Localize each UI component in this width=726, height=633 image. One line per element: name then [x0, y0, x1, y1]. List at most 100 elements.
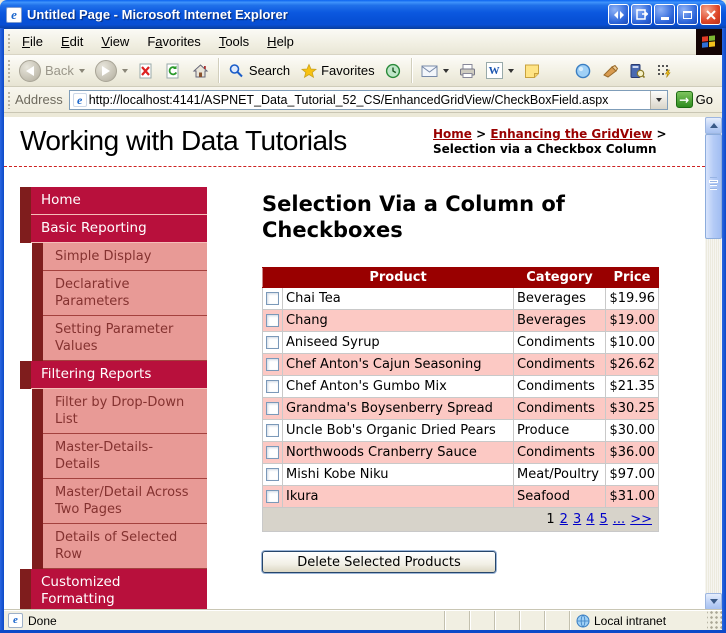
pop-out-button[interactable]	[631, 4, 652, 25]
sidebar-item-details-of-selected-row[interactable]: Details of Selected Row	[20, 524, 207, 569]
sidebar-item-home[interactable]: Home	[20, 187, 207, 215]
vertical-scrollbar[interactable]	[705, 117, 722, 610]
sidebar-item-declarative-parameters[interactable]: Declarative Parameters	[20, 271, 207, 316]
edit-with-word-button[interactable]: W	[482, 60, 518, 81]
research-button[interactable]	[625, 60, 650, 81]
table-row: IkuraSeafood$31.00	[263, 486, 659, 508]
messenger-button[interactable]	[571, 60, 596, 81]
addressbar-grip[interactable]	[6, 90, 12, 109]
pan-arrows-button[interactable]	[608, 4, 629, 25]
scrollbar-thumb[interactable]	[705, 134, 722, 239]
category-cell: Seafood	[514, 486, 606, 508]
price-cell: $30.00	[605, 420, 658, 442]
menu-favorites[interactable]: Favorites	[138, 31, 209, 52]
scroll-down-button[interactable]	[705, 593, 722, 610]
pager-link-more[interactable]: ...	[613, 512, 625, 527]
address-input[interactable]	[87, 93, 650, 107]
sidebar-item-setting-parameter-values[interactable]: Setting Parameter Values	[20, 316, 207, 361]
header-separator	[4, 166, 705, 167]
breadcrumb-current: Selection via a Checkbox Column	[433, 142, 657, 156]
forward-dropdown-icon[interactable]	[122, 69, 128, 73]
pager-link-4[interactable]: 4	[586, 512, 594, 527]
maximize-button[interactable]	[677, 4, 698, 25]
sidebar-item-label: Filter by Drop-Down List	[43, 389, 207, 434]
row-checkbox[interactable]	[266, 424, 279, 437]
menu-edit[interactable]: Edit	[52, 31, 92, 52]
pen-tool-button[interactable]	[598, 60, 623, 81]
sidebar-item-label: Setting Parameter Values	[43, 316, 207, 361]
refresh-button[interactable]	[161, 60, 186, 81]
menu-file[interactable]: File	[13, 31, 52, 52]
address-bar: Address e → Go	[4, 87, 722, 113]
sidebar-item-filtering-reports[interactable]: Filtering Reports	[20, 361, 207, 389]
table-row: Mishi Kobe NikuMeat/Poultry$97.00	[263, 464, 659, 486]
menu-view[interactable]: View	[92, 31, 138, 52]
row-checkbox[interactable]	[266, 468, 279, 481]
row-checkbox[interactable]	[266, 446, 279, 459]
mail-button[interactable]	[417, 60, 453, 81]
edit-dropdown-icon[interactable]	[508, 69, 514, 73]
status-bar: e Done Local intranet	[4, 610, 722, 630]
row-checkbox[interactable]	[266, 402, 279, 415]
pager-link-5[interactable]: 5	[600, 512, 608, 527]
home-button[interactable]	[188, 60, 213, 81]
scroll-up-button[interactable]	[705, 117, 722, 134]
back-dropdown-icon[interactable]	[79, 69, 85, 73]
breadcrumb-separator: >	[476, 127, 486, 141]
windows-throbber	[696, 29, 722, 55]
stop-button[interactable]	[134, 60, 159, 81]
sidebar-item-master-detail-across-two-pages[interactable]: Master/Detail Across Two Pages	[20, 479, 207, 524]
row-checkbox[interactable]	[266, 490, 279, 503]
sidebar-item-simple-display[interactable]: Simple Display	[20, 243, 207, 271]
print-button[interactable]	[455, 60, 480, 81]
price-cell: $30.25	[605, 398, 658, 420]
sidebar-item-filter-by-drop-down-list[interactable]: Filter by Drop-Down List	[20, 389, 207, 434]
go-button[interactable]: → Go	[674, 90, 718, 109]
column-header-product: Product	[283, 268, 514, 288]
table-row: Aniseed SyrupCondiments$10.00	[263, 332, 659, 354]
address-dropdown-button[interactable]	[650, 91, 667, 109]
price-cell: $19.00	[605, 310, 658, 332]
row-checkbox[interactable]	[266, 336, 279, 349]
minimize-button[interactable]	[654, 4, 675, 25]
menubar-grip[interactable]	[6, 32, 12, 51]
pager-link-next[interactable]: >>	[630, 512, 652, 527]
history-button[interactable]	[381, 60, 406, 81]
menu-tools[interactable]: Tools	[210, 31, 258, 52]
breadcrumb-link-home[interactable]: Home	[433, 127, 472, 141]
price-cell: $26.62	[605, 354, 658, 376]
favorites-button[interactable]: Favorites	[296, 60, 378, 81]
row-checkbox[interactable]	[266, 358, 279, 371]
pager-link-2[interactable]: 2	[560, 512, 568, 527]
price-cell: $36.00	[605, 442, 658, 464]
address-combo[interactable]: e	[69, 90, 668, 110]
mail-dropdown-icon[interactable]	[443, 69, 449, 73]
row-checkbox[interactable]	[266, 314, 279, 327]
encoder-button[interactable]	[652, 60, 677, 81]
row-checkbox[interactable]	[266, 380, 279, 393]
sidebar-item-accent	[32, 479, 43, 524]
sidebar-item-accent	[32, 271, 43, 316]
forward-button[interactable]	[91, 58, 132, 84]
breadcrumb: Home > Enhancing the GridView > Selectio…	[433, 127, 701, 157]
menu-help[interactable]: Help	[258, 31, 303, 52]
pager-link-3[interactable]: 3	[573, 512, 581, 527]
resize-grip[interactable]	[707, 611, 722, 630]
sidebar-item-master-details-details[interactable]: Master-Details-Details	[20, 434, 207, 479]
checkbox-cell	[263, 332, 283, 354]
status-text: Done	[28, 614, 57, 628]
price-cell: $97.00	[605, 464, 658, 486]
breadcrumb-link-enhancing-the-gridview[interactable]: Enhancing the GridView	[490, 127, 652, 141]
close-button[interactable]	[700, 4, 721, 25]
notes-button[interactable]	[520, 60, 545, 81]
checkbox-cell	[263, 464, 283, 486]
refresh-icon	[165, 62, 182, 79]
search-button[interactable]: Search	[224, 60, 294, 81]
sidebar-item-customized-formatting[interactable]: Customized Formatting	[20, 569, 207, 610]
delete-selected-products-button[interactable]: Delete Selected Products	[262, 551, 496, 573]
toolbar-grip[interactable]	[6, 58, 12, 83]
row-checkbox[interactable]	[266, 292, 279, 305]
breadcrumb-separator: >	[657, 127, 667, 141]
back-button[interactable]: Back	[15, 58, 89, 84]
sidebar-item-basic-reporting[interactable]: Basic Reporting	[20, 215, 207, 243]
